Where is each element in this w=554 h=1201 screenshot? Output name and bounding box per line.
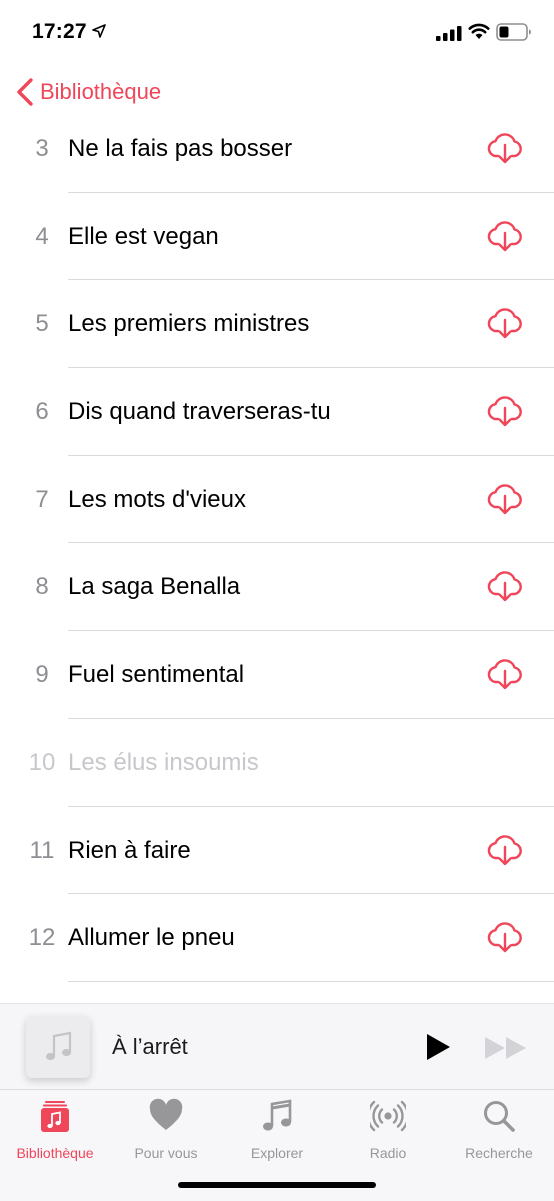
home-indicator [178, 1182, 376, 1188]
cloud-download-icon[interactable] [486, 130, 524, 166]
cloud-download-icon[interactable] [486, 832, 524, 868]
cellular-signal-icon [436, 26, 462, 41]
track-row[interactable]: 6 Dis quand traverseras-tu [0, 368, 554, 456]
track-number: 3 [35, 135, 49, 162]
mini-player[interactable]: À l’arrêt [0, 1003, 554, 1090]
track-row[interactable]: 9 Fuel sentimental [0, 631, 554, 719]
chevron-left-icon [17, 78, 33, 106]
music-note-icon [46, 1031, 72, 1061]
tab-bibliotheque[interactable]: Bibliothèque [0, 1098, 110, 1168]
status-bar: 17:27 [0, 0, 554, 66]
status-time: 17:27 [32, 20, 87, 43]
track-title: Rien à faire [68, 836, 191, 864]
tab-label: Explorer [250, 1145, 304, 1161]
track-number: 10 [28, 748, 56, 776]
cloud-download-icon[interactable] [486, 218, 524, 254]
tab-label: Bibliothèque [16, 1145, 94, 1161]
track-number: 11 [29, 836, 55, 864]
track-row[interactable]: 3 Ne la fais pas bosser [0, 105, 554, 193]
track-title: Fuel sentimental [68, 661, 245, 689]
tab-label: Radio [369, 1145, 407, 1161]
track-title: La saga Benalla [68, 573, 241, 601]
track-number: 12 [28, 924, 56, 952]
fast-forward-icon[interactable] [484, 1035, 528, 1061]
track-title: Les premiers ministres [68, 310, 310, 338]
track-row[interactable]: 7 Les mots d'vieux [0, 456, 554, 544]
search-icon [484, 1101, 515, 1132]
wifi-icon [468, 23, 490, 39]
cloud-download-icon[interactable] [486, 656, 524, 692]
track-number: 7 [35, 485, 49, 513]
track-row[interactable]: 4 Elle est vegan [0, 193, 554, 281]
library-icon [41, 1101, 69, 1132]
now-playing-status: À l’arrêt [112, 1034, 188, 1059]
battery-icon [496, 23, 531, 41]
track-list: 3 Ne la fais pas bosser 4 Elle est vegan… [0, 105, 554, 982]
tab-recherche[interactable]: Recherche [444, 1098, 554, 1168]
track-title: Les mots d'vieux [68, 485, 246, 513]
track-row-unavailable: 10 Les élus insoumis [0, 719, 554, 807]
back-button-label: Bibliothèque [40, 79, 162, 104]
track-title: Elle est vegan [68, 222, 219, 250]
track-number: 5 [35, 310, 49, 338]
heart-icon [149, 1098, 183, 1130]
cloud-download-icon[interactable] [486, 305, 524, 341]
track-title: Allumer le pneu [68, 924, 235, 952]
track-row[interactable]: 12 Allumer le pneu [0, 894, 554, 982]
track-title: Dis quand traverseras-tu [68, 398, 331, 426]
track-number: 6 [35, 398, 49, 426]
track-title: Ne la fais pas bosser [68, 135, 293, 162]
tab-label: Pour vous [134, 1145, 198, 1161]
row-divider [68, 980, 554, 982]
track-number: 8 [35, 573, 49, 601]
tab-label: Recherche [465, 1145, 533, 1161]
cloud-download-icon[interactable] [486, 919, 524, 955]
play-icon[interactable] [424, 1032, 452, 1062]
radio-icon [370, 1100, 406, 1132]
track-number: 4 [35, 222, 49, 250]
cloud-download-icon[interactable] [486, 393, 524, 429]
track-row[interactable]: 5 Les premiers ministres [0, 280, 554, 369]
location-arrow-icon [92, 24, 106, 38]
track-row[interactable]: 8 La saga Benalla [0, 543, 554, 632]
cloud-download-icon[interactable] [486, 568, 524, 604]
track-row[interactable]: 11 Rien à faire [0, 807, 554, 895]
album-artwork-placeholder [26, 1016, 90, 1078]
track-number: 9 [35, 661, 49, 689]
tab-radio[interactable]: Radio [333, 1098, 443, 1168]
cloud-download-icon[interactable] [486, 481, 524, 517]
tab-explorer[interactable]: Explorer [222, 1098, 332, 1168]
music-note-icon [263, 1099, 292, 1131]
tab-pour-vous[interactable]: Pour vous [111, 1098, 221, 1168]
track-title: Les élus insoumis [68, 748, 259, 776]
